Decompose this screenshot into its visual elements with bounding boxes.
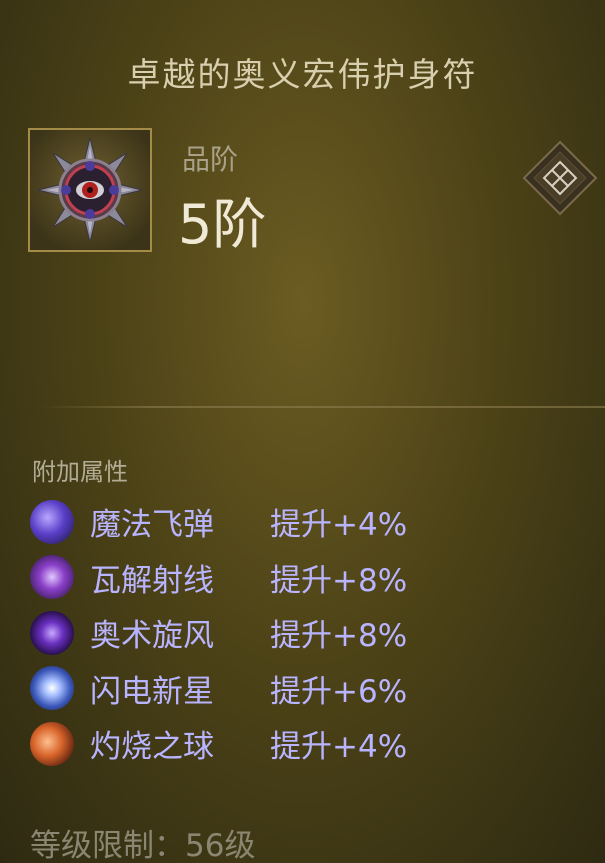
affixes-label: 附加属性 <box>32 458 128 486</box>
affix-bonus: 提升+4% <box>270 507 408 544</box>
arcane-orb-icon <box>30 610 74 655</box>
affix-row: 瓦解射线 提升+8% <box>30 550 590 606</box>
compare-diamond-icon[interactable] <box>522 140 598 216</box>
item-icon-frame[interactable] <box>28 128 152 252</box>
item-tooltip: 卓越的奥义宏伟护身符 品阶 5阶 附加属性 魔法飞弹 提升+4% 瓦解射线 提升… <box>0 0 605 863</box>
affix-row: 灼烧之球 提升+4% <box>30 716 590 772</box>
affix-bonus: 提升+6% <box>270 673 408 710</box>
affix-name: 闪电新星 <box>90 673 214 710</box>
affix-row: 魔法飞弹 提升+4% <box>30 494 590 550</box>
tier-value: 5阶 <box>178 193 267 256</box>
affix-bonus: 提升+4% <box>270 729 408 766</box>
affix-name: 瓦解射线 <box>90 562 214 599</box>
item-title: 卓越的奥义宏伟护身符 <box>127 55 478 94</box>
level-requirement: 等级限制：56级 <box>30 828 256 863</box>
affix-name: 奥术旋风 <box>90 618 214 655</box>
affix-bonus: 提升+8% <box>270 562 408 599</box>
affix-name: 灼烧之球 <box>90 729 214 766</box>
fireball-icon <box>30 721 74 766</box>
amulet-icon <box>37 137 143 243</box>
affix-row: 闪电新星 提升+6% <box>30 661 590 717</box>
affix-name: 魔法飞弹 <box>90 507 214 544</box>
affix-bonus: 提升+8% <box>270 618 408 655</box>
disintegrate-icon <box>30 555 74 600</box>
section-divider <box>40 406 605 408</box>
affix-list: 魔法飞弹 提升+4% 瓦解射线 提升+8% 奥术旋风 提升+8% 闪电新星 提升… <box>30 494 590 772</box>
affix-row: 奥术旋风 提升+8% <box>30 605 590 661</box>
lightning-nova-icon <box>30 666 74 711</box>
tier-label: 品阶 <box>182 143 239 176</box>
magic-missile-icon <box>30 499 74 544</box>
